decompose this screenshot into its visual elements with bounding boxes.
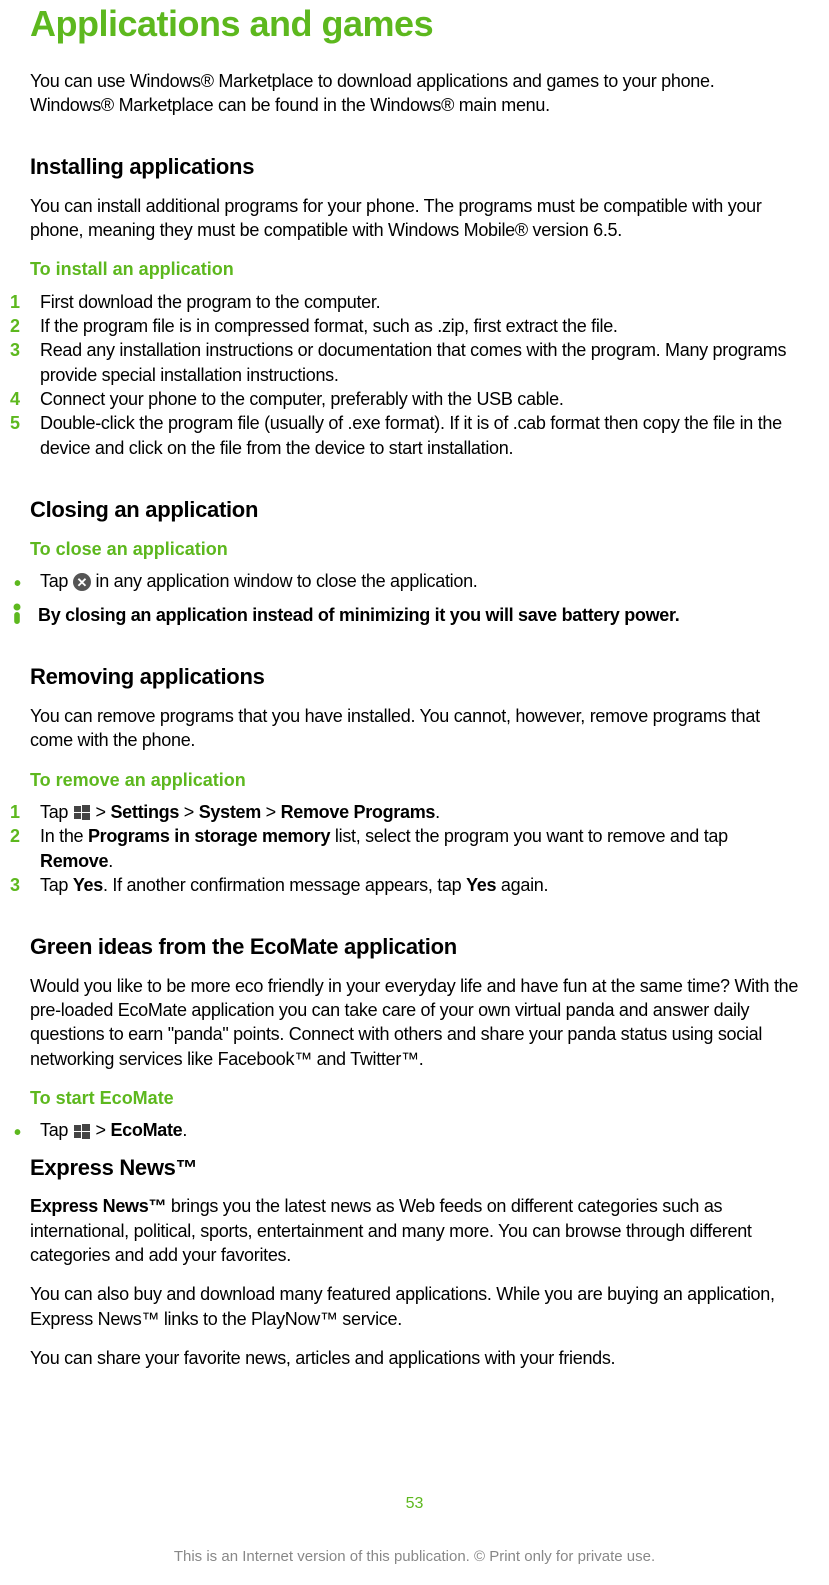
tip-icon: [10, 603, 28, 625]
install-step: 3Read any installation instructions or d…: [10, 338, 799, 387]
windows-icon: [73, 1123, 91, 1141]
install-steps: 1First download the program to the compu…: [10, 290, 799, 460]
green-sub: To start EcoMate: [30, 1086, 799, 1110]
tip-row: By closing an application instead of min…: [10, 603, 799, 627]
install-body: You can install additional programs for …: [30, 194, 799, 243]
green-steps: • Tap > EcoMate.: [10, 1118, 799, 1142]
express-p3: You can share your favorite news, articl…: [30, 1346, 799, 1370]
closing-steps: • Tap ✕ in any application window to clo…: [10, 569, 799, 593]
closing-sub: To close an application: [30, 537, 799, 561]
install-step: 1First download the program to the compu…: [10, 290, 799, 314]
install-step: 5Double-click the program file (usually …: [10, 411, 799, 460]
removing-step: 1 Tap > Settings > System > Remove Progr…: [10, 800, 799, 824]
express-heading: Express News™: [30, 1153, 799, 1183]
intro-text: You can use Windows® Marketplace to down…: [30, 69, 799, 118]
removing-step: 2 In the Programs in storage memory list…: [10, 824, 799, 873]
install-heading: Installing applications: [30, 152, 799, 182]
express-p2: You can also buy and download many featu…: [30, 1282, 799, 1331]
closing-heading: Closing an application: [30, 495, 799, 525]
green-heading: Green ideas from the EcoMate application: [30, 932, 799, 962]
page-number: 53: [0, 1493, 829, 1515]
footer-text: This is an Internet version of this publ…: [0, 1547, 829, 1567]
green-body: Would you like to be more eco friendly i…: [30, 974, 799, 1071]
removing-heading: Removing applications: [30, 662, 799, 692]
install-step: 4Connect your phone to the computer, pre…: [10, 387, 799, 411]
windows-icon: [73, 804, 91, 822]
removing-step: 3 Tap Yes. If another confirmation messa…: [10, 873, 799, 897]
close-icon: ✕: [73, 573, 91, 591]
install-sub: To install an application: [30, 257, 799, 281]
install-step: 2If the program file is in compressed fo…: [10, 314, 799, 338]
removing-steps: 1 Tap > Settings > System > Remove Progr…: [10, 800, 799, 897]
express-p1: Express News™ brings you the latest news…: [30, 1194, 799, 1267]
removing-body: You can remove programs that you have in…: [30, 704, 799, 753]
tip-text: By closing an application instead of min…: [38, 603, 679, 627]
removing-sub: To remove an application: [30, 768, 799, 792]
closing-step: • Tap ✕ in any application window to clo…: [10, 569, 799, 593]
green-step: • Tap > EcoMate.: [10, 1118, 799, 1142]
page-title: Applications and games: [30, 0, 799, 49]
